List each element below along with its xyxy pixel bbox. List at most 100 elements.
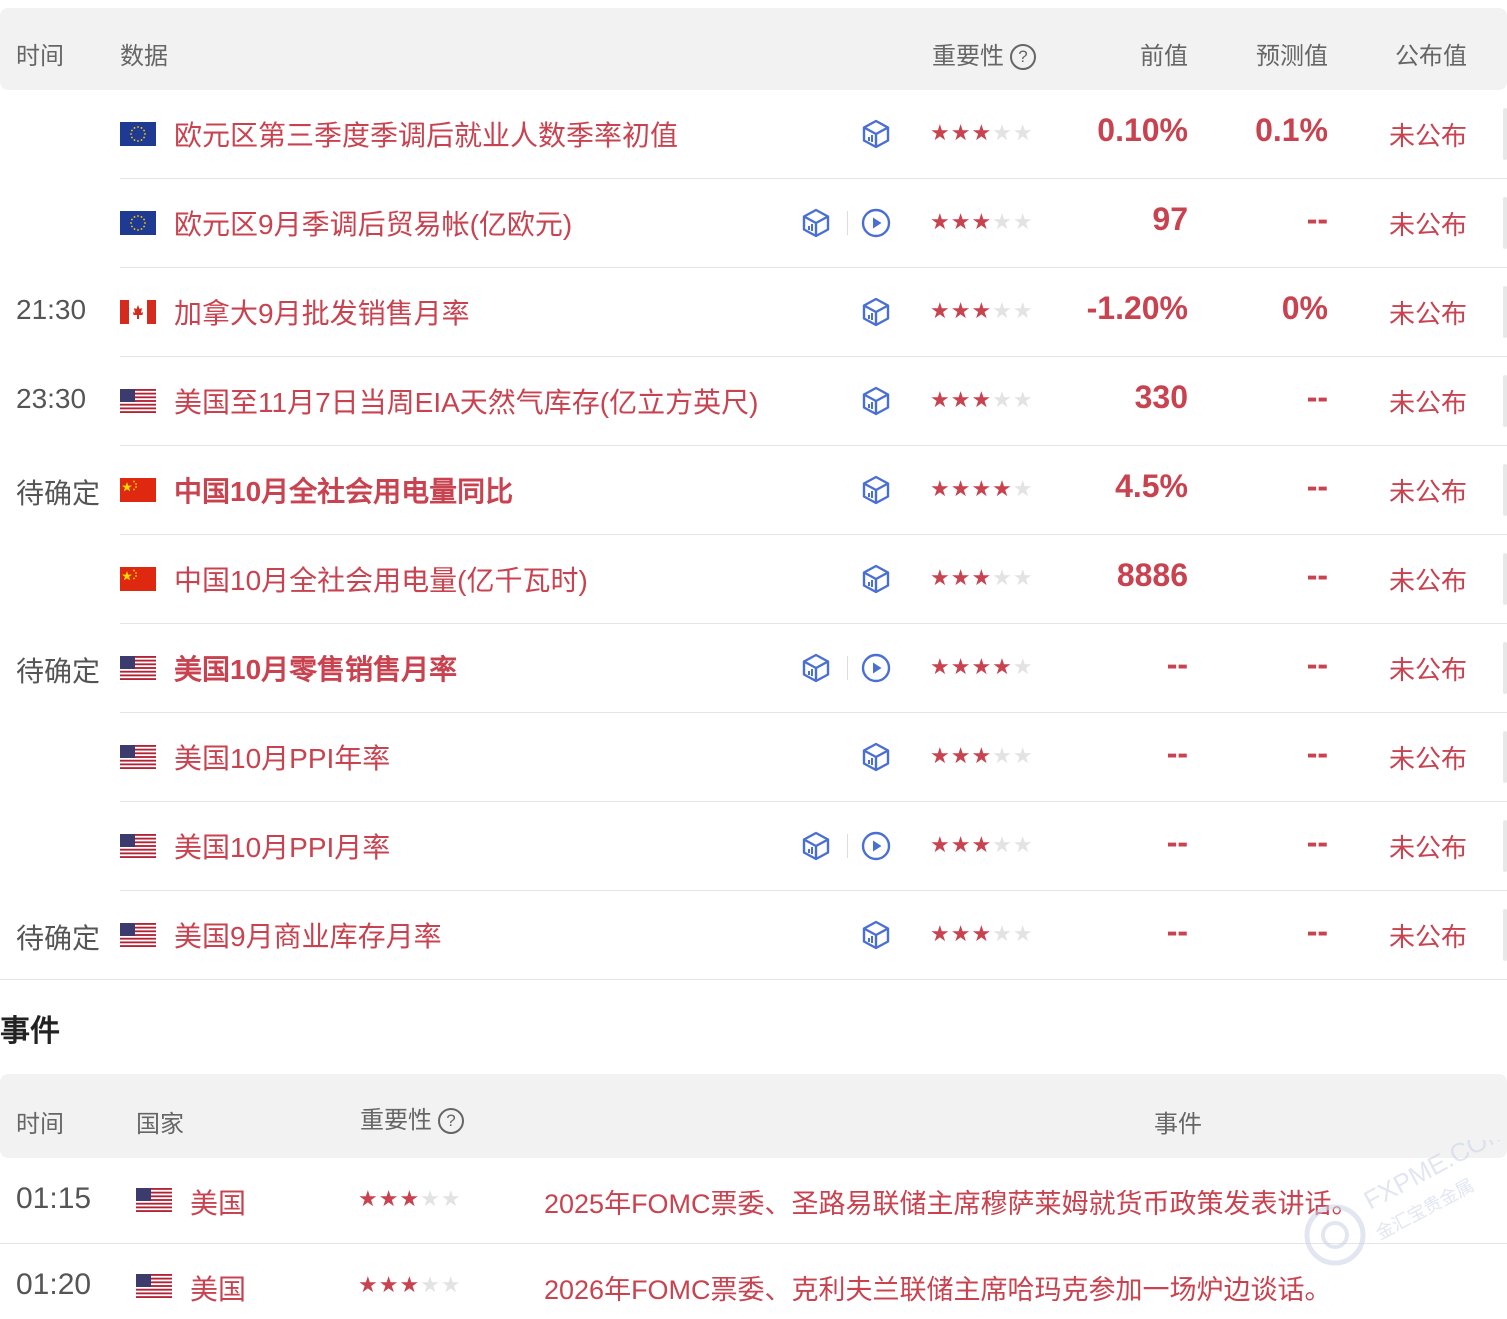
event-country: 美国	[190, 1188, 247, 1219]
star-empty: ★★	[992, 832, 1034, 857]
previous-value: --	[1166, 646, 1188, 682]
star-empty: ★	[1012, 476, 1034, 501]
cube-chart-icon[interactable]	[860, 741, 892, 773]
cube-chart-icon[interactable]	[800, 652, 832, 684]
previous-value: 330	[1134, 379, 1188, 415]
table-row[interactable]: 美国10月PPI年率 ★★★★★ -- -- 未公布	[0, 713, 1507, 802]
flag-cn-icon	[120, 567, 156, 591]
row-edge-handle	[1503, 909, 1507, 961]
indicator-name-link[interactable]: 美国10月PPI月率	[174, 826, 390, 866]
forecast-value: --	[1306, 468, 1328, 504]
importance-stars: ★★★★★	[930, 654, 1034, 680]
indicator-name-link[interactable]: 中国10月全社会用电量(亿千瓦时)	[174, 559, 588, 599]
table-row[interactable]: 美国10月PPI月率 ★★★★★ -- -- 未公布	[0, 802, 1507, 891]
forecast-value: 0%	[1281, 290, 1328, 326]
indicator-name-link[interactable]: 欧元区9月季调后贸易帐(亿欧元)	[174, 203, 572, 243]
star-empty: ★	[1012, 654, 1034, 679]
indicator-name-link[interactable]: 加拿大9月批发销售月率	[174, 292, 470, 332]
importance-stars: ★★★★★	[930, 921, 1034, 947]
header-importance: 重要性?	[932, 36, 1036, 71]
indicator-name-link[interactable]: 中国10月全社会用电量同比	[174, 470, 513, 510]
table-row[interactable]: 21:30 加拿大9月批发销售月率 ★★★★★ -1.20% 0% 未公布	[0, 268, 1507, 357]
indicator-name-link[interactable]: 美国至11月7日当周EIA天然气库存(亿立方英尺)	[174, 381, 758, 421]
cube-chart-icon[interactable]	[860, 474, 892, 506]
indicator-name-link[interactable]: 美国10月PPI年率	[174, 737, 390, 777]
cube-chart-icon[interactable]	[800, 830, 832, 862]
table-row[interactable]: 中国10月全社会用电量(亿千瓦时) ★★★★★ 8886 -- 未公布	[0, 535, 1507, 624]
table-row[interactable]: 欧元区第三季度季调后就业人数季率初值 ★★★★★ 0.10% 0.1% 未公布	[0, 90, 1507, 179]
published-value: 未公布	[1388, 833, 1467, 863]
published-value: 未公布	[1388, 299, 1467, 329]
indicator-name-link[interactable]: 欧元区第三季度季调后就业人数季率初值	[174, 114, 678, 154]
table-row[interactable]: 待确定 美国9月商业库存月率 ★★★★★ -- -- 未公布	[0, 891, 1507, 980]
event-row[interactable]: 01:20 美国 ★★★★★ 2026年FOMC票委、克利夫兰联储主席哈玛克参加…	[0, 1244, 1507, 1319]
row-edge-handle	[1503, 197, 1507, 249]
row-edge-handle	[1503, 286, 1507, 338]
flag-eu-icon	[120, 211, 156, 235]
published-value: 未公布	[1388, 744, 1467, 774]
flag-us-icon	[120, 389, 156, 413]
cube-chart-icon[interactable]	[860, 118, 892, 150]
importance-stars: ★★★★★	[930, 565, 1034, 591]
star-empty: ★★	[992, 120, 1034, 145]
flag-us-icon	[136, 1188, 172, 1212]
importance-stars: ★★★★★	[930, 387, 1034, 413]
table-row[interactable]: 待确定 美国10月零售销售月率 ★★★★★ -- -- 未公布	[0, 624, 1507, 713]
importance-stars: ★★★★★	[930, 832, 1034, 858]
row-edge-handle	[1503, 820, 1507, 872]
cube-chart-icon[interactable]	[860, 296, 892, 328]
flag-eu-icon	[120, 122, 156, 146]
header-previous: 前值	[1140, 43, 1188, 70]
star-empty: ★★	[992, 387, 1034, 412]
previous-value: --	[1166, 735, 1188, 771]
row-edge-handle	[1503, 731, 1507, 783]
flag-cn-icon	[120, 478, 156, 502]
importance-stars: ★★★★★	[358, 1272, 462, 1298]
question-circle-icon[interactable]: ?	[438, 1108, 464, 1134]
row-edge-handle	[1503, 108, 1507, 160]
cube-chart-icon[interactable]	[860, 385, 892, 417]
row-time: 待确定	[16, 923, 101, 954]
star-filled: ★★★	[358, 1186, 421, 1211]
star-filled: ★★★	[930, 921, 993, 946]
star-filled: ★★★	[930, 120, 993, 145]
events-header-event: 事件	[1154, 1111, 1202, 1138]
importance-stars: ★★★★★	[930, 209, 1034, 235]
indicator-name-link[interactable]: 美国10月零售销售月率	[174, 648, 457, 688]
event-description-link[interactable]: 2026年FOMC票委、克利夫兰联储主席哈玛克参加一场炉边谈话。	[544, 1268, 1332, 1307]
play-circle-icon[interactable]	[860, 652, 892, 684]
flag-ca-icon	[120, 300, 156, 324]
event-row[interactable]: 01:15 美国 ★★★★★ 2025年FOMC票委、圣路易联储主席穆萨莱姆就货…	[0, 1158, 1507, 1244]
table-row[interactable]: 23:30 美国至11月7日当周EIA天然气库存(亿立方英尺) ★★★★★ 33…	[0, 357, 1507, 446]
row-time: 23:30	[16, 383, 87, 414]
row-edge-handle	[1503, 642, 1507, 694]
header-data: 数据	[120, 43, 168, 70]
star-empty: ★★	[420, 1186, 462, 1211]
header-forecast: 预测值	[1256, 43, 1328, 70]
star-filled: ★★★	[930, 832, 993, 857]
indicator-name-link[interactable]: 美国9月商业库存月率	[174, 915, 442, 955]
watermark-logo: FXPME.COM 金汇宝贵金属	[1304, 1140, 1500, 1266]
play-circle-icon[interactable]	[860, 207, 892, 239]
event-description-link[interactable]: 2025年FOMC票委、圣路易联储主席穆萨莱姆就货币政策发表讲话。	[544, 1182, 1359, 1221]
cube-chart-icon[interactable]	[800, 207, 832, 239]
previous-value: 8886	[1116, 557, 1188, 593]
cube-chart-icon[interactable]	[860, 563, 892, 595]
forecast-value: --	[1306, 824, 1328, 860]
table-row[interactable]: 欧元区9月季调后贸易帐(亿欧元) ★★★★★ 97 -- 未公布	[0, 179, 1507, 268]
question-circle-icon[interactable]: ?	[1010, 44, 1036, 70]
flag-us-icon	[120, 745, 156, 769]
importance-stars: ★★★★★	[358, 1186, 462, 1212]
published-value: 未公布	[1388, 655, 1467, 685]
forecast-value: --	[1306, 913, 1328, 949]
header-importance-label: 重要性	[932, 43, 1004, 70]
icon-divider	[847, 211, 848, 235]
previous-value: 4.5%	[1115, 468, 1188, 504]
table-row[interactable]: 待确定 中国10月全社会用电量同比 ★★★★★ 4.5% -- 未公布	[0, 446, 1507, 535]
icon-divider	[847, 656, 848, 680]
play-circle-icon[interactable]	[860, 830, 892, 862]
star-filled: ★★★★	[930, 476, 1013, 501]
star-filled: ★★★	[930, 209, 993, 234]
published-value: 未公布	[1388, 388, 1467, 418]
cube-chart-icon[interactable]	[860, 919, 892, 951]
